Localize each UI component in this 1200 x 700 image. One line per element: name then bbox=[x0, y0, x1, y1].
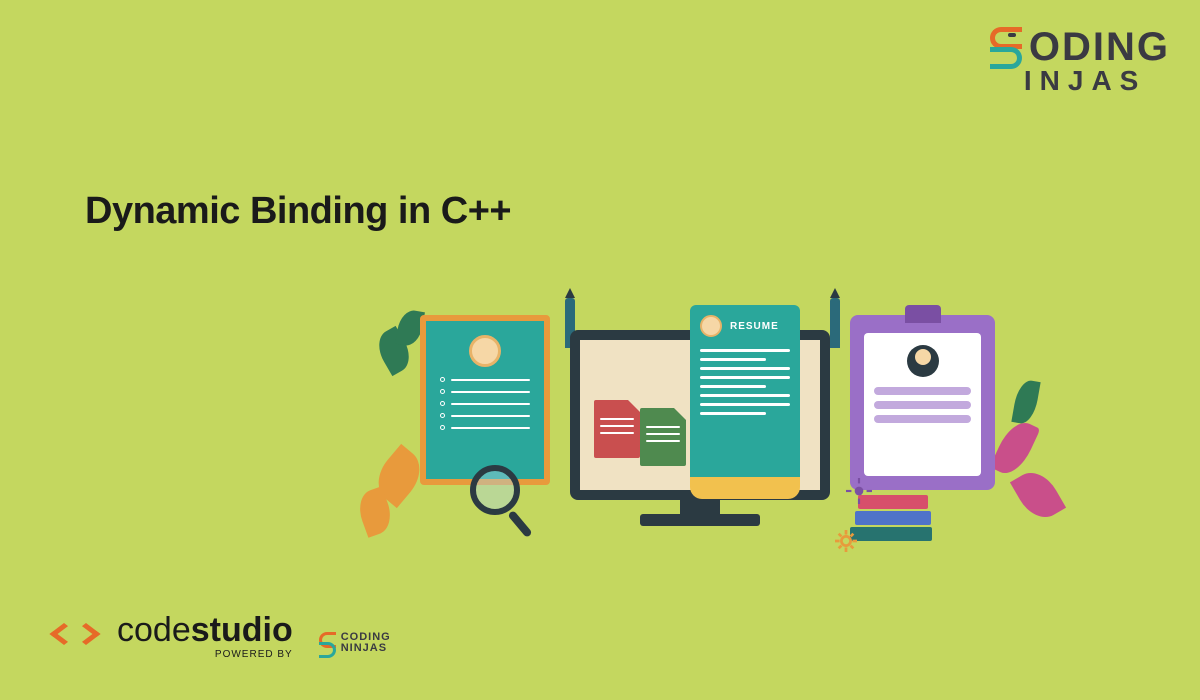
page-title: Dynamic Binding in C++ bbox=[85, 190, 511, 233]
brand-glyph-icon bbox=[317, 632, 337, 654]
mini-brand-line1: CODING bbox=[341, 632, 391, 643]
gear-icon bbox=[846, 478, 872, 504]
person-icon bbox=[907, 345, 939, 377]
brand-top-line1: ODING bbox=[1029, 25, 1170, 70]
magnifier-icon bbox=[470, 465, 520, 515]
clipboard-icon bbox=[850, 315, 995, 490]
resume-label: RESUME bbox=[730, 321, 779, 332]
gear-icon bbox=[835, 530, 857, 552]
leaf-icon bbox=[1010, 464, 1066, 525]
brand-logo-bottom: codestudio POWERED BY CODING NINJAS bbox=[55, 613, 391, 660]
codestudio-glyph-icon bbox=[55, 617, 103, 657]
leaf-icon bbox=[990, 416, 1041, 479]
hero-illustration: RESUME bbox=[360, 290, 1060, 590]
avatar-icon bbox=[469, 335, 501, 367]
codestudio-name: codestudio bbox=[117, 613, 293, 647]
brand-logo-top: ODING INJAS bbox=[986, 25, 1170, 97]
leaf-icon bbox=[1011, 378, 1040, 425]
coding-ninjas-mini-logo: CODING NINJAS bbox=[317, 632, 391, 654]
brand-glyph-icon bbox=[986, 27, 1026, 69]
pencil-icon bbox=[830, 298, 840, 348]
document-icon bbox=[594, 400, 640, 458]
powered-by-label: POWERED BY bbox=[117, 649, 293, 660]
avatar-icon bbox=[700, 315, 722, 337]
profile-card-icon bbox=[420, 315, 550, 485]
mini-brand-line2: NINJAS bbox=[341, 643, 391, 654]
resume-scroll-icon: RESUME bbox=[690, 305, 800, 485]
document-icon bbox=[640, 408, 686, 466]
